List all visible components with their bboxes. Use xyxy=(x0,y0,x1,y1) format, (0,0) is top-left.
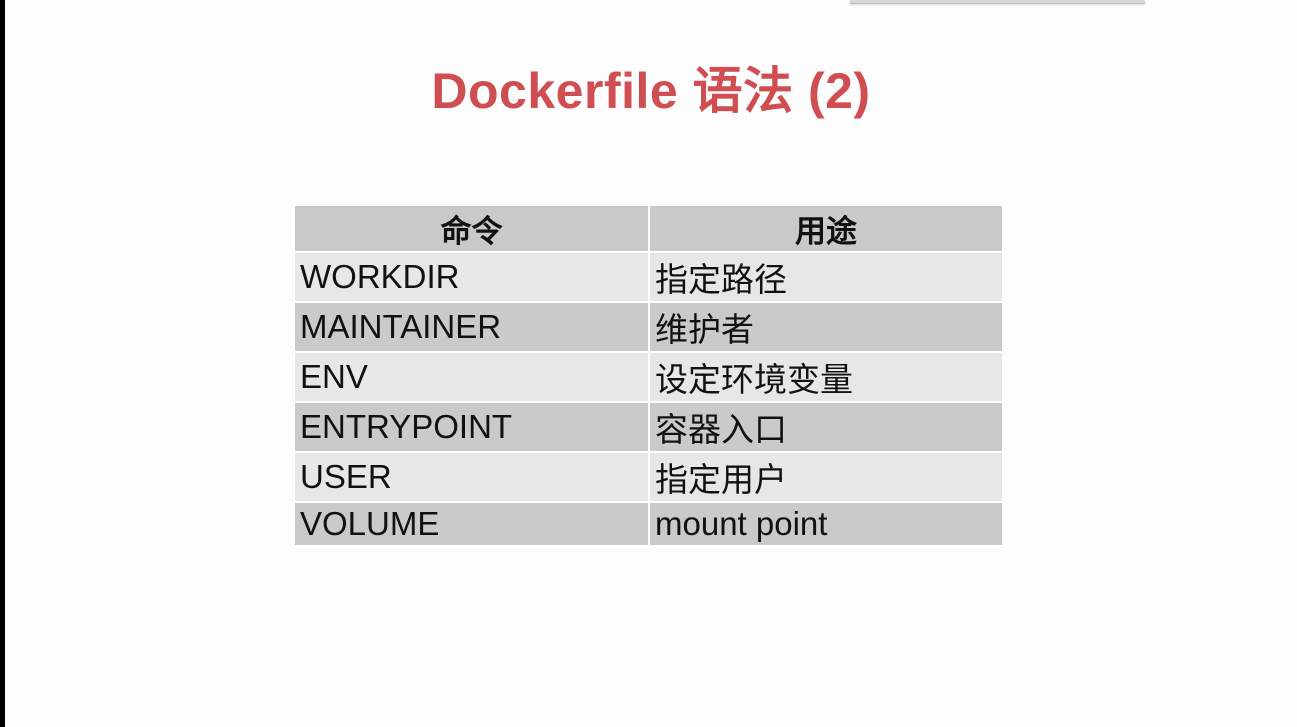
table-row: ENTRYPOINT 容器入口 xyxy=(295,402,1004,453)
table-row: USER 指定用户 xyxy=(295,452,1004,503)
cell-command: WORKDIR xyxy=(295,252,650,303)
cell-purpose: mount point xyxy=(649,502,1004,547)
header-purpose: 用途 xyxy=(649,206,1004,253)
top-toolbar-edge xyxy=(850,0,1145,4)
header-command: 命令 xyxy=(295,206,650,253)
cell-command: ENV xyxy=(295,352,650,403)
slide-title: Dockerfile 语法 (2) xyxy=(431,63,871,119)
slide: Dockerfile 语法 (2) 命令 用途 WORKDIR 指定路径 MAI… xyxy=(5,0,1297,727)
command-table: 命令 用途 WORKDIR 指定路径 MAINTAINER 维护者 ENV 设定… xyxy=(295,206,1004,547)
cell-purpose: 维护者 xyxy=(649,302,1004,353)
table-row: MAINTAINER 维护者 xyxy=(295,302,1004,353)
table-row: ENV 设定环境变量 xyxy=(295,352,1004,403)
cell-command: VOLUME xyxy=(295,502,650,547)
table-row: VOLUME mount point xyxy=(295,502,1004,547)
cell-command: ENTRYPOINT xyxy=(295,402,650,453)
table-row: WORKDIR 指定路径 xyxy=(295,252,1004,303)
cell-command: MAINTAINER xyxy=(295,302,650,353)
cell-purpose: 设定环境变量 xyxy=(649,352,1004,403)
cell-purpose: 容器入口 xyxy=(649,402,1004,453)
cell-command: USER xyxy=(295,452,650,503)
table-header-row: 命令 用途 xyxy=(295,206,1004,253)
cell-purpose: 指定用户 xyxy=(649,452,1004,503)
cell-purpose: 指定路径 xyxy=(649,252,1004,303)
